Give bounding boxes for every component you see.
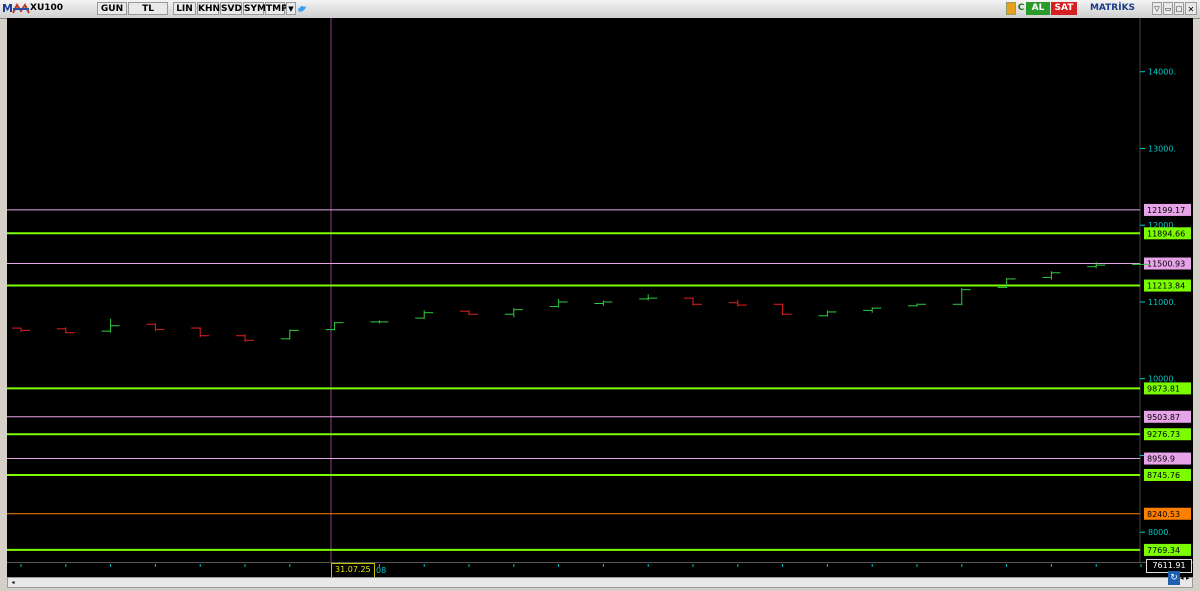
scroll-left-icon[interactable]: ◂: [8, 578, 18, 587]
maximize-icon[interactable]: □: [1174, 2, 1184, 15]
tmp-button[interactable]: TMP: [265, 2, 288, 15]
level-value-label: 11500.93: [1147, 260, 1185, 269]
level-value-label: 12199.17: [1147, 206, 1185, 215]
scroll-next-icon[interactable]: ▸: [1186, 571, 1192, 585]
ohlc-bar: [460, 310, 478, 316]
ohlc-bar: [370, 320, 389, 324]
close-icon[interactable]: ✕: [1185, 2, 1197, 15]
ohlc-bar: [191, 327, 210, 338]
ohlc-bar: [639, 294, 658, 301]
ohlc-bar: [908, 303, 926, 307]
y-tick-label: 11000.: [1148, 298, 1176, 307]
y-tick-label: 10000.: [1148, 375, 1176, 384]
dropdown-arrow-icon[interactable]: ▼: [286, 2, 296, 15]
level-value-label: 8959.9: [1147, 455, 1175, 464]
app-logo: M: [2, 2, 13, 15]
y-tick-label: 8000.: [1148, 528, 1171, 537]
ohlc-bar: [325, 321, 344, 331]
level-value-label: 8240.53: [1147, 510, 1180, 519]
horizontal-scrollbar[interactable]: ◂ ↻ ◂ ▸: [7, 571, 1193, 588]
chart-area[interactable]: 8000.9000.10000.11000.12000.13000.14000.…: [7, 18, 1193, 562]
period-button[interactable]: GUN: [97, 2, 127, 15]
refresh-icon[interactable]: C: [1016, 2, 1026, 15]
buy-button[interactable]: AL: [1026, 2, 1050, 15]
svd-button[interactable]: SVD: [220, 2, 242, 15]
ohlc-bar: [1042, 271, 1061, 280]
ohlc-bar: [818, 310, 837, 317]
khn-button[interactable]: KHN: [197, 2, 220, 15]
level-value-label: 11213.84: [1147, 282, 1185, 291]
level-value-label: 11894.66: [1147, 229, 1185, 238]
ohlc-bar: [101, 318, 120, 333]
crosshair-date-label: 31.07.25: [331, 563, 375, 578]
ohlc-bar: [236, 334, 254, 342]
settings-icon[interactable]: [1006, 2, 1016, 15]
ohlc-bar: [952, 288, 971, 306]
ohlc-bar: [146, 323, 165, 332]
twitter-icon[interactable]: [297, 4, 307, 14]
y-tick-label: 14000.: [1148, 68, 1176, 77]
sym-button[interactable]: SYM: [243, 2, 266, 15]
ohlc-bar: [997, 278, 1016, 289]
level-value-label: 8745.76: [1147, 471, 1180, 480]
ohlc-bar: [504, 308, 523, 318]
ohlc-bar: [773, 303, 792, 316]
level-value-label: 7769.34: [1147, 546, 1180, 555]
restore-icon[interactable]: ▭: [1163, 2, 1173, 15]
level-value-label: 9276.73: [1147, 430, 1180, 439]
ohlc-bar: [56, 327, 75, 334]
ohlc-bar: [728, 299, 747, 307]
currency-button[interactable]: TL: [128, 2, 168, 15]
ohlc-bar: [594, 300, 613, 306]
y-tick-label: 13000.: [1148, 144, 1176, 153]
ohlc-bar: [684, 297, 702, 306]
ohlc-bar: [415, 310, 434, 319]
x-tick-label: 08: [376, 566, 387, 575]
ohlc-bar: [1087, 262, 1106, 269]
ohlc-bar: [280, 329, 299, 340]
level-value-label: 9503.87: [1147, 413, 1180, 422]
brand-label: MATRİKS: [1089, 3, 1136, 13]
sell-button[interactable]: SAT: [1051, 2, 1077, 15]
price-chart[interactable]: 8000.9000.10000.11000.12000.13000.14000.…: [7, 18, 1193, 562]
scale-button[interactable]: LIN: [173, 2, 196, 15]
ohlc-bar: [863, 307, 882, 313]
x-axis: 31.07.25 08 7611.91: [7, 559, 1193, 578]
ohlc-bar: [12, 327, 30, 332]
level-value-label: 9873.81: [1147, 384, 1180, 393]
toolbar: M XU100 GUN TL LIN KHN SVD SYM TMP ▼ C A…: [0, 0, 1200, 19]
symbol-field[interactable]: XU100: [30, 2, 70, 15]
minimize-icon[interactable]: ▽: [1152, 2, 1162, 15]
sync-icon[interactable]: ↻: [1168, 571, 1180, 585]
app-logo-icon: [12, 3, 30, 14]
ohlc-bar: [549, 298, 568, 308]
